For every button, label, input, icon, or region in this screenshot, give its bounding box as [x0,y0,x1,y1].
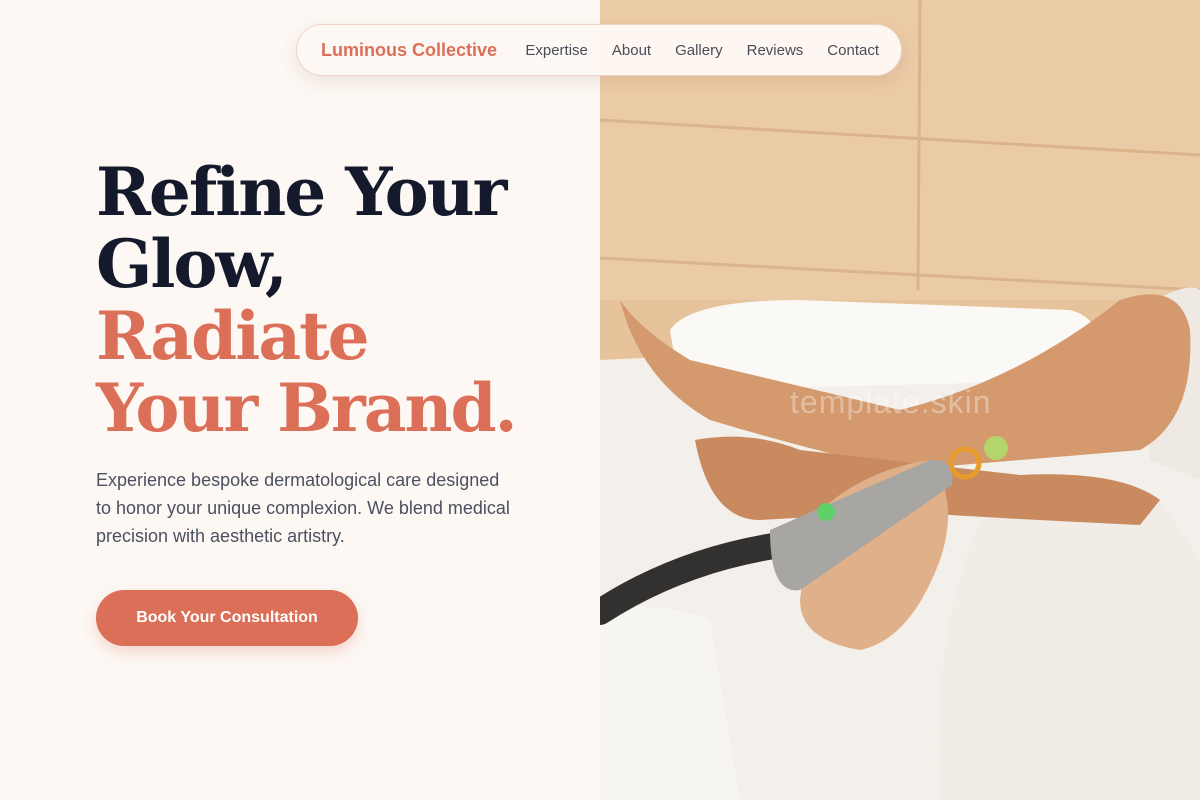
watermark: template.skin [790,384,992,420]
nav-link-expertise[interactable]: Expertise [525,42,588,59]
towel [938,488,1200,800]
nav-link-reviews[interactable]: Reviews [747,42,804,59]
hero-description: Experience bespoke dermatological care d… [96,470,510,546]
nav-links: Expertise About Gallery Reviews Contact [525,42,879,59]
headline-line-3: Radiate [96,297,370,375]
brand-logo-link[interactable]: Luminous Collective [321,40,497,61]
laser-glow [984,436,1008,460]
nav-link-gallery[interactable]: Gallery [675,42,723,59]
handpiece-light [817,503,835,521]
book-consultation-button[interactable]: Book Your Consultation [96,590,358,646]
headline-line-4: Your Brand. [96,369,518,447]
headline-line-2: Glow, [96,225,288,303]
top-nav: Luminous Collective Expertise About Gall… [296,24,902,76]
hero-headline: Refine Your Glow, Radiate Your Brand. [96,153,518,447]
headline-line-1: Refine Your [96,153,507,231]
nav-link-contact[interactable]: Contact [827,42,879,59]
nav-link-about[interactable]: About [612,42,651,59]
